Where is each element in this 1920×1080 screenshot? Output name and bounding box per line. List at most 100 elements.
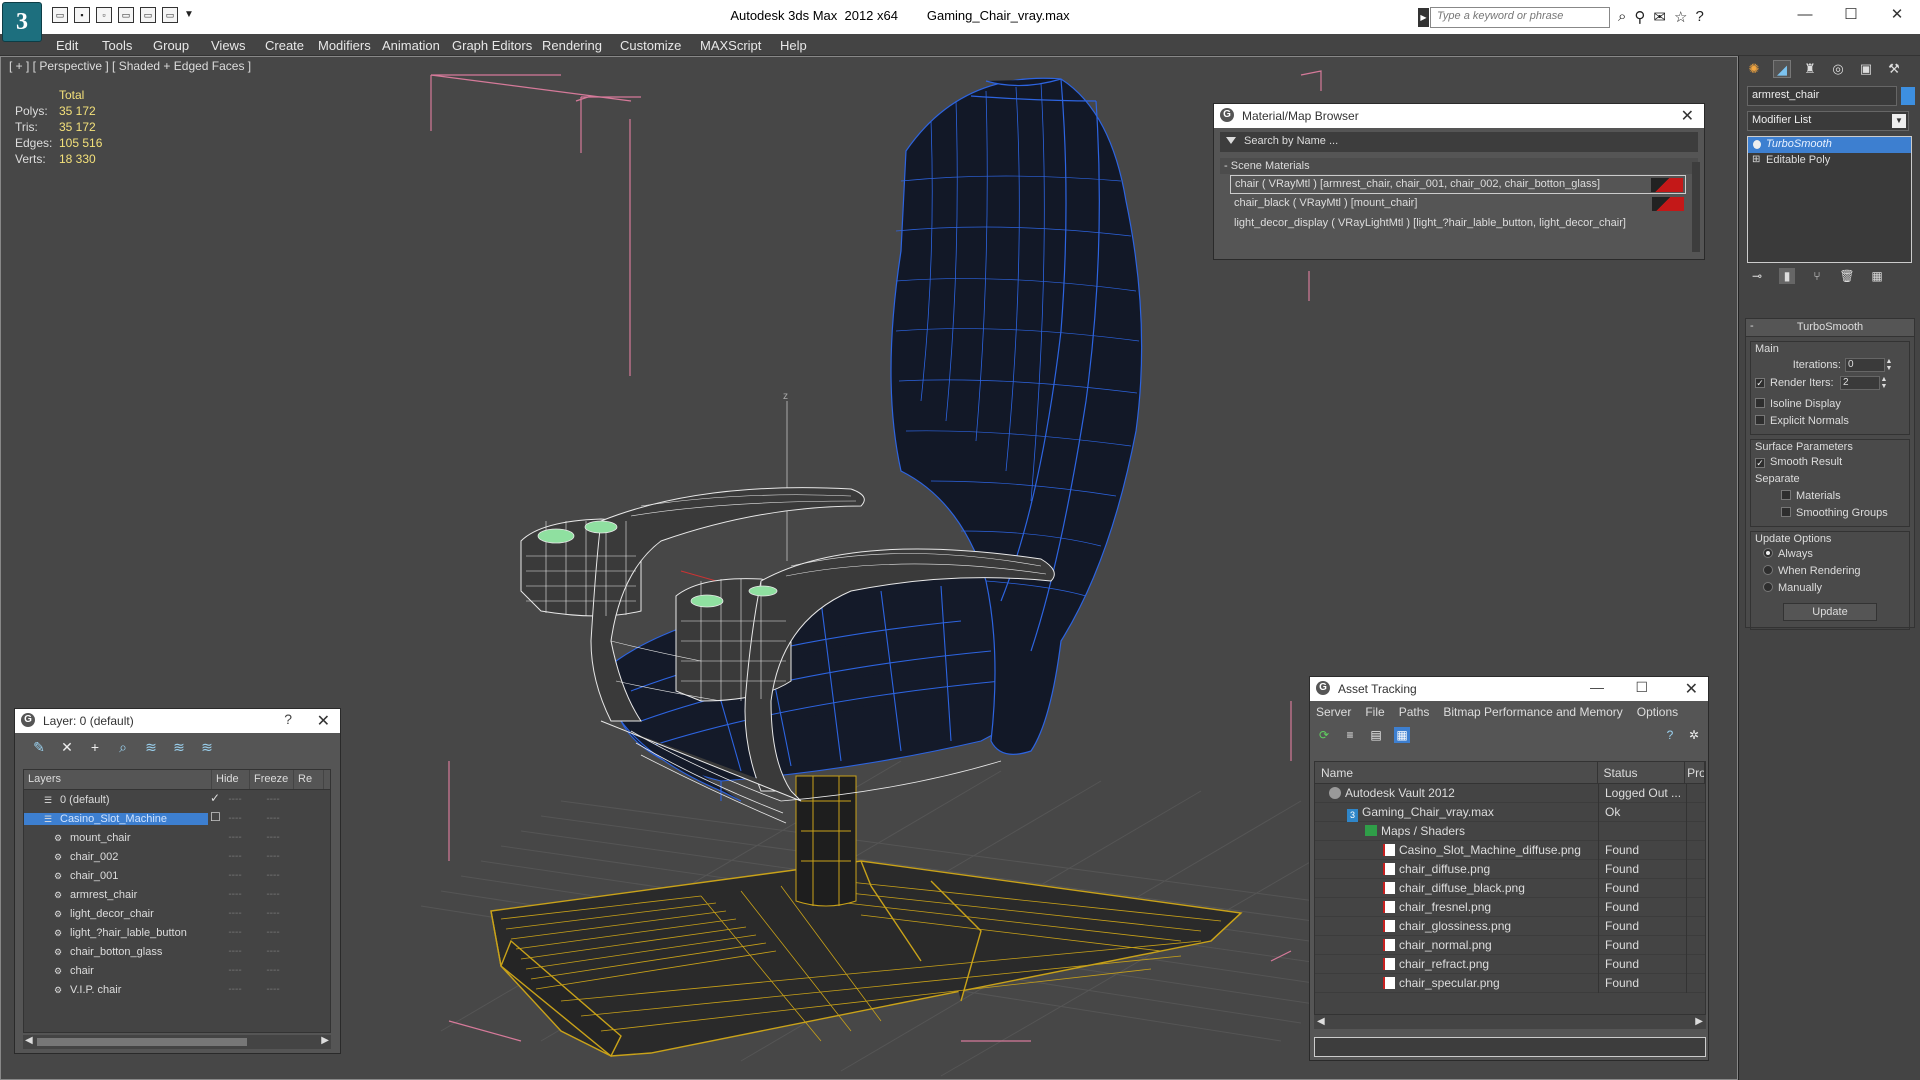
scene-materials-group[interactable]: - Scene Materials bbox=[1220, 158, 1698, 174]
render-column-header[interactable]: Re bbox=[294, 770, 324, 789]
list-view-icon[interactable]: ≡ bbox=[1342, 727, 1358, 743]
scroll-right-icon[interactable]: ▶ bbox=[321, 1035, 329, 1046]
name-column-header[interactable]: Name bbox=[1315, 762, 1598, 783]
subscription-icon[interactable]: ⚲ bbox=[1634, 8, 1645, 26]
create-layer-icon[interactable]: ✎ bbox=[31, 739, 47, 755]
search-expand-icon[interactable]: ▶ bbox=[1418, 8, 1429, 27]
scroll-left-icon[interactable]: ◀ bbox=[1317, 1016, 1325, 1027]
layer-row[interactable]: ⚙ light_decor_chair ---- ---- bbox=[24, 904, 330, 923]
utilities-tab-icon[interactable]: ⚒ bbox=[1885, 60, 1903, 78]
asset-maximize-icon[interactable]: ☐ bbox=[1635, 679, 1648, 696]
hide-toggle[interactable]: ---- bbox=[216, 927, 254, 938]
app-logo-button[interactable]: 3 bbox=[2, 2, 42, 42]
hide-toggle[interactable]: ---- bbox=[216, 851, 254, 862]
spinner-arrows-icon[interactable]: ▲ ▼ bbox=[1885, 358, 1893, 372]
always-option[interactable]: Always bbox=[1755, 546, 1905, 563]
layer-name[interactable]: ⚙ V.I.P. chair bbox=[24, 984, 208, 996]
menu-tools[interactable]: Tools bbox=[102, 38, 132, 53]
menu-maxscript[interactable]: MAXScript bbox=[700, 38, 761, 53]
freeze-column-header[interactable]: Freeze bbox=[250, 770, 294, 789]
render-iters-spinner[interactable]: 2 bbox=[1840, 376, 1880, 390]
turbosmooth-rollout-header[interactable]: - TurboSmooth bbox=[1746, 319, 1914, 337]
freeze-toggle[interactable]: ---- bbox=[254, 851, 292, 862]
iterations-spinner[interactable]: 0 bbox=[1845, 358, 1885, 372]
current-layer-check-icon[interactable]: ✓ bbox=[210, 791, 224, 805]
smooth-result-checkbox[interactable]: ✓ bbox=[1755, 458, 1765, 468]
material-item-chair[interactable]: chair ( VRayMtl ) [armrest_chair, chair_… bbox=[1230, 175, 1686, 194]
asset-row[interactable]: chair_glossiness.png Found bbox=[1315, 916, 1705, 936]
lightbulb-icon[interactable] bbox=[1753, 140, 1761, 149]
asset-row[interactable]: chair_refract.png Found bbox=[1315, 954, 1705, 974]
modifier-list-dropdown[interactable]: Modifier List ▼ bbox=[1747, 111, 1909, 131]
hide-toggle[interactable]: ---- bbox=[216, 908, 254, 919]
pro-column-header[interactable]: Pro bbox=[1685, 762, 1705, 783]
motion-tab-icon[interactable]: ◎ bbox=[1829, 60, 1847, 78]
maximize-button[interactable]: ☐ bbox=[1828, 0, 1874, 30]
asset-tracking-title-bar[interactable]: G Asset Tracking — ☐ ✕ bbox=[1310, 677, 1708, 701]
favorites-star-icon[interactable]: ☆ bbox=[1674, 8, 1687, 26]
viewport-label[interactable]: [ + ] [ Perspective ] [ Shaded + Edged F… bbox=[9, 59, 251, 73]
expand-plus-icon[interactable]: ⊞ bbox=[1752, 154, 1760, 165]
always-radio[interactable] bbox=[1763, 548, 1773, 558]
asset-path-field[interactable] bbox=[1314, 1037, 1706, 1057]
menu-group[interactable]: Group bbox=[153, 38, 189, 53]
help-icon[interactable]: ? bbox=[1695, 8, 1703, 26]
spinner-arrows-icon[interactable]: ▲ ▼ bbox=[1880, 376, 1888, 390]
layer-name[interactable]: ⚙ mount_chair bbox=[24, 832, 208, 844]
layer-row[interactable]: ⚙ armrest_chair ---- ---- bbox=[24, 885, 330, 904]
chevron-down-icon[interactable]: ▼ bbox=[1892, 114, 1906, 128]
explicit-normals-option[interactable]: Explicit Normals bbox=[1755, 413, 1905, 430]
asset-row[interactable]: Autodesk Vault 2012 Logged Out ... bbox=[1315, 783, 1705, 803]
menu-animation[interactable]: Animation bbox=[382, 38, 440, 53]
object-name-field[interactable]: armrest_chair bbox=[1747, 86, 1897, 106]
tree-view-icon[interactable]: ▤ bbox=[1368, 727, 1384, 743]
current-layer-toggle[interactable]: ☐ bbox=[210, 810, 224, 824]
manually-option[interactable]: Manually bbox=[1755, 580, 1905, 597]
hierarchy-tab-icon[interactable]: ♜ bbox=[1801, 60, 1819, 78]
asset-row[interactable]: chair_diffuse_black.png Found bbox=[1315, 878, 1705, 898]
hide-column-header[interactable]: Hide bbox=[212, 770, 250, 789]
material-browser-close-icon[interactable]: ✕ bbox=[1681, 106, 1694, 126]
configure-modifier-sets-icon[interactable]: ▦ bbox=[1869, 268, 1885, 284]
search-options-icon[interactable] bbox=[1226, 137, 1236, 144]
freeze-toggle[interactable]: ---- bbox=[254, 832, 292, 843]
asset-menu-bitmap-performance[interactable]: Bitmap Performance and Memory bbox=[1443, 705, 1622, 723]
material-item-chair-black[interactable]: chair_black ( VRayMtl ) [mount_chair] bbox=[1230, 195, 1686, 214]
layer-row[interactable]: ⚙ chair ---- ---- bbox=[24, 961, 330, 980]
isoline-display-option[interactable]: Isoline Display bbox=[1755, 396, 1905, 413]
select-objects-icon[interactable]: ⌕ bbox=[115, 739, 131, 755]
materials-option[interactable]: Materials bbox=[1755, 488, 1905, 505]
minimize-button[interactable]: — bbox=[1782, 0, 1828, 30]
layer-manager-title-bar[interactable]: G Layer: 0 (default) ? ✕ bbox=[15, 709, 340, 733]
highlight-layer-icon[interactable]: ≋ bbox=[143, 739, 159, 755]
layers-column-header[interactable]: Layers bbox=[24, 770, 212, 789]
scroll-left-icon[interactable]: ◀ bbox=[25, 1035, 33, 1046]
freeze-toggle[interactable]: ---- bbox=[254, 813, 292, 824]
freeze-all-layers-icon[interactable]: ≋ bbox=[199, 739, 215, 755]
asset-horizontal-scrollbar[interactable]: ◀ ▶ bbox=[1314, 1015, 1706, 1029]
menu-views[interactable]: Views bbox=[211, 38, 245, 53]
table-view-icon[interactable]: ▦ bbox=[1394, 727, 1410, 743]
hide-toggle[interactable]: ---- bbox=[216, 946, 254, 957]
layer-horizontal-scrollbar[interactable]: ◀ ▶ bbox=[23, 1035, 331, 1049]
make-unique-icon[interactable]: ⑂ bbox=[1809, 268, 1825, 284]
when-rendering-option[interactable]: When Rendering bbox=[1755, 563, 1905, 580]
asset-menu-server[interactable]: Server bbox=[1316, 705, 1351, 723]
layer-help-icon[interactable]: ? bbox=[284, 711, 292, 727]
status-column-header[interactable]: Status bbox=[1598, 762, 1686, 783]
smooth-result-option[interactable]: ✓ Smooth Result bbox=[1755, 454, 1905, 471]
layer-name[interactable]: ☰ Casino_Slot_Machine bbox=[24, 812, 208, 825]
material-search-input[interactable]: Search by Name ... bbox=[1220, 132, 1698, 152]
delete-layer-icon[interactable]: ✕ bbox=[59, 739, 75, 755]
menu-rendering[interactable]: Rendering bbox=[542, 38, 602, 53]
layer-name[interactable]: ⚙ chair bbox=[24, 965, 208, 977]
asset-row[interactable]: chair_specular.png Found bbox=[1315, 973, 1705, 993]
layer-row[interactable]: ⚙ chair_botton_glass ---- ---- bbox=[24, 942, 330, 961]
hide-toggle[interactable]: ---- bbox=[216, 832, 254, 843]
asset-row[interactable]: chair_fresnel.png Found bbox=[1315, 897, 1705, 917]
show-end-result-icon[interactable]: ▮ bbox=[1779, 268, 1795, 284]
when-rendering-radio[interactable] bbox=[1763, 565, 1773, 575]
menu-create[interactable]: Create bbox=[265, 38, 304, 53]
menu-modifiers[interactable]: Modifiers bbox=[318, 38, 371, 53]
asset-menu-options[interactable]: Options bbox=[1637, 705, 1678, 723]
